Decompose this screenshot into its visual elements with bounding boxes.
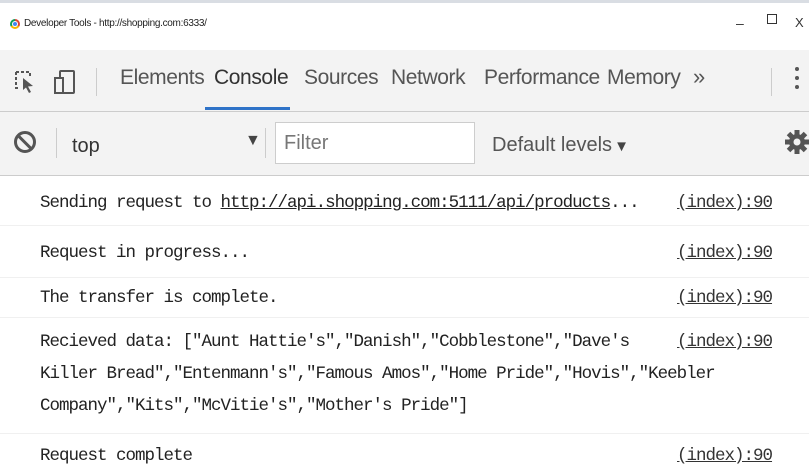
message-text: The transfer is complete. [40,288,279,308]
message-prefix: Sending request to [40,193,221,213]
window-titlebar: Developer Tools - http://shopping.com:63… [0,0,809,50]
active-tab-indicator [205,107,290,110]
tab-console[interactable]: Console [214,66,289,90]
tab-memory[interactable]: Memory [607,66,681,90]
maximize-button[interactable] [767,14,777,24]
minimize-button[interactable]: – [736,15,744,31]
message-text: Request complete [40,446,193,466]
tab-elements[interactable]: Elements [120,66,205,90]
dropdown-caret-icon[interactable]: ▼ [245,132,261,150]
tab-sources[interactable]: Sources [304,66,379,90]
console-message: Request complete (index):90 [0,434,809,470]
chrome-icon [10,19,20,29]
log-levels-dropdown[interactable]: Default levels ▼ [492,134,629,157]
toolbar-divider [96,68,97,96]
source-link[interactable]: (index):90 [677,189,773,218]
toolbar-divider [771,68,772,96]
console-output: Sending request to http://api.shopping.c… [0,176,809,470]
console-message: The transfer is complete. (index):90 [0,278,809,318]
dropdown-caret-icon: ▼ [614,138,629,155]
message-text: Request in progress... [40,243,250,263]
tab-network[interactable]: Network [391,66,466,90]
close-button[interactable]: X [795,15,804,30]
console-filterbar: top ▼ Default levels▼ [0,112,809,176]
filterbar-divider [56,128,57,158]
devtools-tabbar: Elements Console Sources Network Perform… [0,50,809,112]
message-text: Sending request to http://api.shopping.c… [40,189,660,218]
context-selector[interactable]: top [72,135,100,158]
window-title: Developer Tools - http://shopping.com:63… [24,18,207,29]
clear-console-icon[interactable] [14,131,36,153]
more-tabs-button[interactable]: » [693,64,705,90]
source-link[interactable]: (index):90 [677,326,773,358]
source-link[interactable]: (index):90 [677,239,773,268]
console-message: Sending request to http://api.shopping.c… [0,176,809,226]
source-link[interactable]: (index):90 [677,284,773,313]
inspect-element-icon[interactable] [14,70,36,94]
message-line: Killer Bread","Entenmann's","Famous Amos… [40,364,716,384]
kebab-menu-icon[interactable] [795,67,799,91]
filterbar-divider [265,128,266,158]
filter-input[interactable] [275,122,475,164]
request-url-link[interactable]: http://api.shopping.com:5111/api/product… [221,193,612,213]
message-line: Recieved data: ["Aunt Hattie's","Danish"… [40,332,630,352]
message-suffix: ... [610,193,639,213]
message-text: Recieved data: ["Aunt Hattie's","Danish"… [40,326,760,422]
device-toolbar-icon[interactable] [54,69,76,95]
source-link[interactable]: (index):90 [677,442,773,470]
tab-performance[interactable]: Performance [484,66,600,90]
message-line: Company","Kits","McVitie's","Mother's Pr… [40,396,469,416]
gear-icon[interactable] [783,124,809,160]
console-message: Recieved data: ["Aunt Hattie's","Danish"… [0,318,809,434]
console-message: Request in progress... (index):90 [0,226,809,278]
log-levels-label: Default levels [492,134,613,156]
